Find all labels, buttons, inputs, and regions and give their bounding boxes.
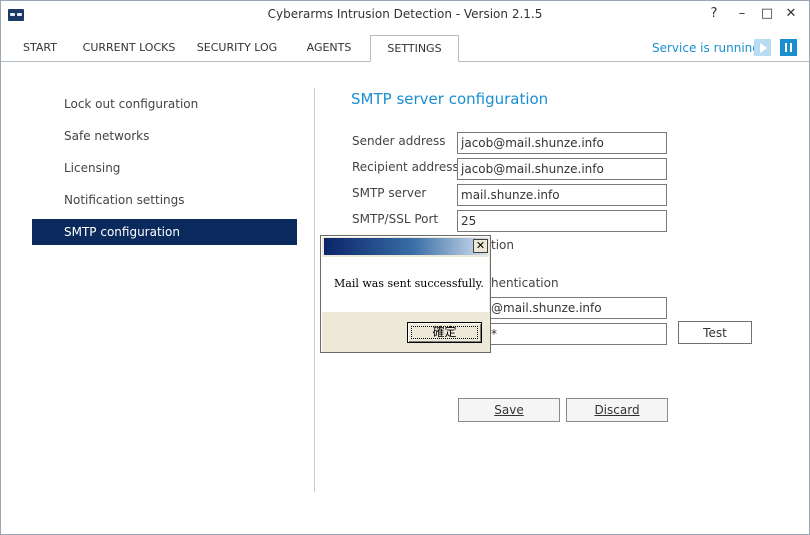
focus-ring <box>411 326 478 339</box>
title-bar: Cyberarms Intrusion Detection - Version … <box>1 1 809 29</box>
dialog-close-button[interactable]: ✕ <box>473 239 488 253</box>
tab-start[interactable]: START <box>13 35 67 61</box>
app-window: Cyberarms Intrusion Detection - Version … <box>0 0 810 535</box>
message-dialog: ✕ Mail was sent successfully. 確定 <box>320 235 491 353</box>
discard-button[interactable]: Discard <box>566 398 668 422</box>
maximize-button[interactable]: □ <box>755 5 779 23</box>
tab-settings[interactable]: SETTINGS <box>370 35 459 62</box>
tab-current-locks[interactable]: CURRENT LOCKS <box>79 35 179 61</box>
minimize-button[interactable]: – <box>730 5 754 23</box>
tab-security-log[interactable]: SECURITY LOG <box>191 35 283 61</box>
dialog-title-bar: ✕ <box>324 238 488 255</box>
save-button[interactable]: Save <box>458 398 560 422</box>
save-button-label: Save <box>494 403 524 417</box>
help-icon[interactable]: ? <box>702 5 726 23</box>
sidebar-item-licensing[interactable]: Licensing <box>32 155 297 181</box>
dialog-ok-button[interactable]: 確定 <box>407 322 482 343</box>
smtp-server-label: SMTP server <box>352 186 427 200</box>
password-value: * <box>491 327 497 341</box>
smtp-server-input[interactable]: mail.shunze.info <box>457 184 667 206</box>
sender-address-label: Sender address <box>352 134 446 148</box>
sidebar-item-safe-networks[interactable]: Safe networks <box>32 123 297 149</box>
window-title: Cyberarms Intrusion Detection - Version … <box>267 7 543 21</box>
smtp-port-label: SMTP/SSL Port <box>352 212 439 226</box>
tab-agents[interactable]: AGENTS <box>297 35 361 61</box>
smtp-port-input[interactable]: 25 <box>457 210 667 232</box>
divider <box>314 88 315 492</box>
recipient-address-label: Recipient address <box>352 160 459 174</box>
ssl-checkbox-label[interactable]: tion <box>491 238 514 252</box>
test-button[interactable]: Test <box>678 321 752 344</box>
sidebar-item-notification-settings[interactable]: Notification settings <box>32 187 297 213</box>
sender-address-input[interactable]: jacob@mail.shunze.info <box>457 132 667 154</box>
pause-service-button[interactable] <box>780 39 797 56</box>
start-service-button[interactable] <box>754 39 771 56</box>
recipient-address-input[interactable]: jacob@mail.shunze.info <box>457 158 667 180</box>
sidebar-item-lockout[interactable]: Lock out configuration <box>32 91 297 117</box>
discard-button-label: Discard <box>594 403 640 417</box>
service-status: Service is running <box>652 41 760 55</box>
authentication-checkbox-label[interactable]: hentication <box>491 276 559 290</box>
username-value: @mail.shunze.info <box>491 301 602 315</box>
close-button[interactable]: ✕ <box>779 5 803 23</box>
section-title: SMTP server configuration <box>351 90 549 108</box>
dialog-message: Mail was sent successfully. <box>334 277 484 290</box>
sidebar-item-smtp-configuration[interactable]: SMTP configuration <box>32 219 297 245</box>
